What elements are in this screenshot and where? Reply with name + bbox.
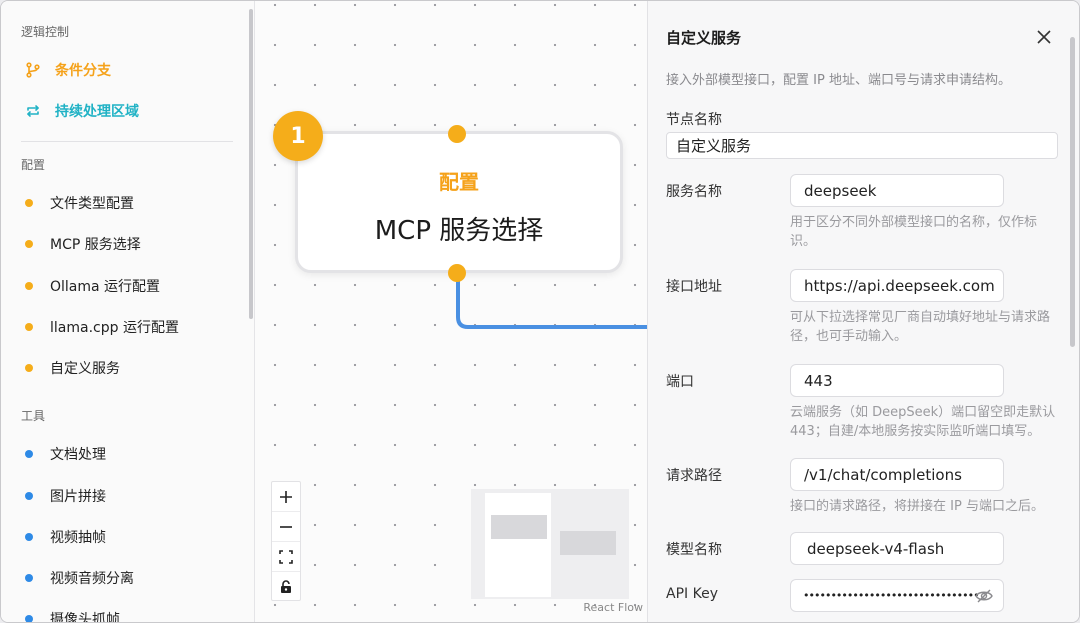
sidebar-item-label: 持续处理区域	[55, 104, 139, 120]
service-name-input[interactable]: deepseek	[790, 174, 1004, 207]
close-icon	[1037, 30, 1051, 44]
zoom-in-button[interactable]	[272, 482, 300, 512]
api-key-masked-value: ••••••••••••••••••••••••••••••••	[803, 589, 980, 602]
model-name-label: 模型名称	[666, 542, 722, 558]
sidebar-item-label: 自定义服务	[50, 361, 120, 377]
panel-scrollbar[interactable]	[1070, 37, 1075, 347]
sidebar-item-label: llama.cpp 运行配置	[50, 320, 179, 336]
lock-icon	[281, 580, 291, 593]
request-path-label: 请求路径	[666, 468, 722, 484]
sidebar-scrollbar[interactable]	[249, 9, 253, 319]
status-dot	[25, 492, 33, 500]
sidebar-item-label: 视频音频分离	[50, 571, 134, 587]
panel-description: 接入外部模型接口，配置 IP 地址、端口号与请求申请结构。	[666, 73, 1011, 88]
close-button[interactable]	[1032, 25, 1056, 49]
sidebar-item-label: 摄像头抓帧	[50, 612, 120, 623]
node-step-badge: 1	[273, 111, 323, 161]
sidebar-item-mcp-service[interactable]: MCP 服务选择	[25, 229, 235, 259]
sidebar-item-doc-processing[interactable]: 文档处理	[25, 439, 235, 469]
service-name-label: 服务名称	[666, 184, 722, 200]
minus-icon	[280, 525, 292, 528]
minimap-node	[491, 515, 547, 539]
minimap-viewport	[485, 493, 551, 597]
fit-view-button[interactable]	[272, 542, 300, 572]
node-settings-panel: 自定义服务 接入外部模型接口，配置 IP 地址、端口号与请求申请结构。 节点名称…	[647, 1, 1079, 622]
flow-canvas[interactable]: 配置 MCP 服务选择 1 React Flow	[255, 1, 647, 622]
sidebar-item-custom-service[interactable]: 自定义服务	[25, 353, 235, 383]
node-name-input[interactable]: 自定义服务	[666, 132, 1058, 159]
sidebar-item-camera-capture[interactable]: 摄像头抓帧	[25, 604, 235, 623]
sidebar-item-label: MCP 服务选择	[50, 237, 141, 253]
eye-off-icon[interactable]	[975, 588, 993, 607]
sidebar-item-label: Ollama 运行配置	[50, 279, 161, 295]
port-label: 端口	[666, 374, 694, 390]
react-flow-attribution[interactable]: React Flow	[583, 601, 643, 614]
zoom-out-button[interactable]	[272, 512, 300, 542]
sidebar-item-label: 条件分支	[55, 63, 111, 79]
sidebar-item-label: 文件类型配置	[50, 196, 134, 212]
sidebar-item-image-stitch[interactable]: 图片拼接	[25, 481, 235, 511]
minimap-node	[560, 531, 616, 555]
node-output-handle[interactable]	[448, 264, 466, 282]
flow-node-mcp-service[interactable]: 配置 MCP 服务选择	[295, 131, 623, 273]
fit-view-icon	[279, 549, 293, 564]
node-input-handle[interactable]	[448, 125, 466, 143]
port-input[interactable]: 443	[790, 364, 1004, 397]
sidebar-item-ollama-config[interactable]: Ollama 运行配置	[25, 271, 235, 301]
node-name-label: 节点名称	[666, 112, 722, 128]
api-key-label: API Key	[666, 586, 718, 602]
status-dot	[25, 240, 33, 248]
sidebar-item-condition-branch[interactable]: 条件分支	[25, 55, 235, 85]
branch-icon	[25, 62, 41, 78]
sidebar-item-video-frames[interactable]: 视频抽帧	[25, 522, 235, 552]
status-dot	[25, 199, 33, 207]
endpoint-label: 接口地址	[666, 279, 722, 295]
section-title-logic: 逻辑控制	[21, 25, 70, 39]
section-title-tools: 工具	[21, 409, 46, 423]
plus-icon	[280, 490, 292, 503]
sidebar-item-file-type-config[interactable]: 文件类型配置	[25, 188, 235, 218]
status-dot	[25, 574, 33, 582]
lock-button[interactable]	[272, 572, 300, 602]
endpoint-input[interactable]: https://api.deepseek.com	[790, 269, 1004, 302]
sidebar-item-label: 图片拼接	[50, 489, 106, 505]
port-hint: 云端服务（如 DeepSeek）端口留空即走默认 443；自建/本地服务按实际监…	[790, 405, 1056, 439]
service-name-hint: 用于区分不同外部模型接口的名称，仅作标识。	[790, 215, 1038, 249]
sidebar-divider	[21, 141, 233, 142]
status-dot	[25, 615, 33, 622]
loop-icon	[25, 103, 41, 119]
node-category: 配置	[439, 170, 479, 194]
model-name-input[interactable]: deepseek-v4-flash	[790, 532, 1004, 565]
endpoint-hint: 可从下拉选择常见厂商自动填好地址与请求路径，也可手动输入。	[790, 310, 1051, 344]
request-path-hint: 接口的请求路径，将拼接在 IP 与端口之后。	[790, 499, 1044, 514]
status-dot	[25, 364, 33, 372]
panel-title: 自定义服务	[666, 29, 742, 47]
sidebar-item-label: 视频抽帧	[50, 530, 106, 546]
canvas-controls	[271, 481, 301, 601]
status-dot	[25, 450, 33, 458]
minimap[interactable]	[471, 489, 629, 599]
status-dot	[25, 323, 33, 331]
request-path-input[interactable]: /v1/chat/completions	[790, 458, 1004, 491]
sidebar-item-llamacpp-config[interactable]: llama.cpp 运行配置	[25, 312, 235, 342]
sidebar-item-label: 文档处理	[50, 447, 106, 463]
api-key-input[interactable]: ••••••••••••••••••••••••••••••••	[790, 579, 1004, 612]
node-palette-sidebar: 逻辑控制 条件分支 持续处理区域 配置 文件类型配置 MCP 服务选择 Olla…	[1, 1, 255, 623]
node-title: MCP 服务选择	[374, 216, 544, 246]
app-window: 逻辑控制 条件分支 持续处理区域 配置 文件类型配置 MCP 服务选择 Olla…	[0, 0, 1080, 623]
status-dot	[25, 533, 33, 541]
section-title-config: 配置	[21, 158, 46, 172]
sidebar-item-video-audio-split[interactable]: 视频音频分离	[25, 563, 235, 593]
status-dot	[25, 282, 33, 290]
sidebar-item-continuous-region[interactable]: 持续处理区域	[25, 96, 235, 126]
